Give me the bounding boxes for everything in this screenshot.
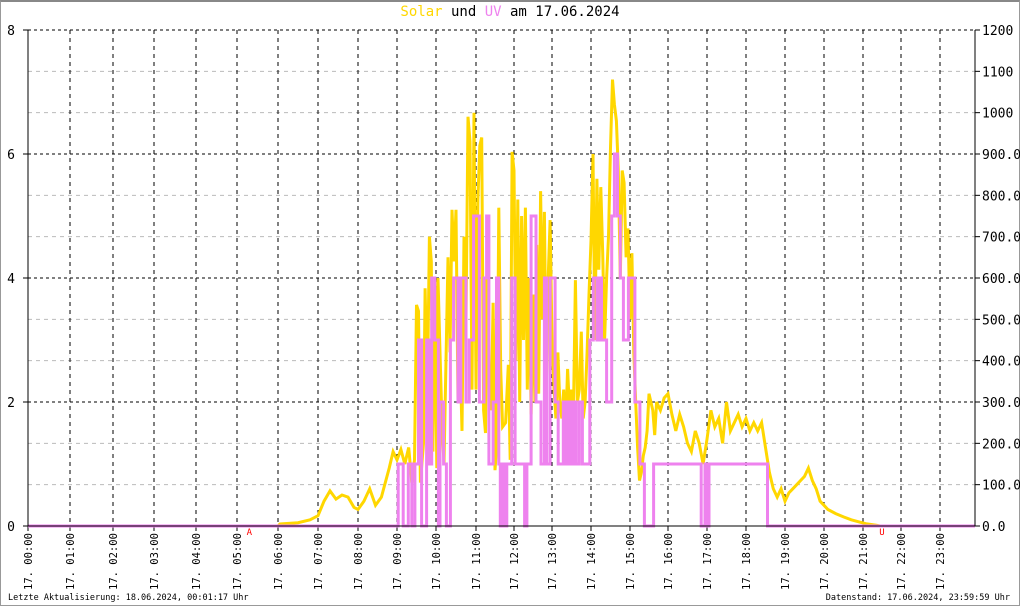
x-axis-tick-label: 17. 20:00 xyxy=(819,533,831,590)
x-axis-tick-label: 17. 22:00 xyxy=(896,533,908,590)
left-axis-tick-label: 4 xyxy=(7,272,15,287)
right-axis-tick-label: 500.0 xyxy=(982,313,1020,328)
right-axis-tick-label: 300.0 xyxy=(982,396,1020,411)
data-status-text: Datenstand: 17.06.2024, 23:59:59 Uhr xyxy=(825,593,1010,603)
x-axis-tick-label: 17. 12:00 xyxy=(509,533,521,590)
x-axis-tick-label: 17. 11:00 xyxy=(471,533,483,590)
left-axis-tick-label: 6 xyxy=(7,148,15,163)
left-axis-tick-label: 0 xyxy=(7,520,15,535)
x-axis-tick-label: 17. 04:00 xyxy=(191,533,203,590)
right-axis-tick-label: 0.0 xyxy=(982,520,1005,535)
last-update-text: Letzte Aktualisierung: 18.06.2024, 00:01… xyxy=(8,593,249,603)
x-axis-tick-label: 17. 23:00 xyxy=(935,533,947,590)
solar-series-line xyxy=(28,79,975,528)
right-axis-tick-label: 1000 xyxy=(982,107,1013,122)
right-axis-tick-label: 600.0 xyxy=(982,272,1020,287)
right-axis-tick-label: 900.0 xyxy=(982,148,1020,163)
x-axis-tick-label: 17. 08:00 xyxy=(353,533,365,590)
chart-svg: 0.0100.0200.0300.0400.0500.0600.0700.080… xyxy=(7,24,1020,590)
x-axis-tick-label: 17. 02:00 xyxy=(108,533,120,590)
x-axis-tick-label: 17. 15:00 xyxy=(625,533,637,590)
right-axis-tick-label: 1100 xyxy=(982,65,1013,80)
x-axis-tick-label: 17. 19:00 xyxy=(780,533,792,590)
x-axis-tick-label: 17. 14:00 xyxy=(586,533,598,590)
right-axis-tick-label: 100.0 xyxy=(982,479,1020,494)
right-axis-tick-label: 400.0 xyxy=(982,355,1020,370)
x-axis-tick-label: 17. 13:00 xyxy=(547,533,559,590)
x-axis-tick-label: 17. 10:00 xyxy=(431,533,443,590)
x-axis-tick-label: 17. 17:00 xyxy=(702,533,714,590)
x-axis-tick-label: 17. 18:00 xyxy=(741,533,753,590)
x-axis-tick-label: 17. 21:00 xyxy=(858,533,870,590)
sunrise-marker: A xyxy=(247,528,253,538)
x-axis-tick-label: 17. 06:00 xyxy=(273,533,285,590)
right-axis-tick-label: 1200 xyxy=(982,24,1013,39)
x-axis-tick-label: 17. 07:00 xyxy=(313,533,325,590)
sunset-marker: U xyxy=(879,528,884,538)
right-axis-tick-label: 200.0 xyxy=(982,437,1020,452)
x-axis-tick-label: 17. 16:00 xyxy=(663,533,675,590)
x-axis-tick-label: 17. 03:00 xyxy=(149,533,161,590)
x-axis-tick-label: 17. 00:00 xyxy=(23,533,35,590)
x-axis-tick-label: 17. 09:00 xyxy=(392,533,404,590)
left-axis-tick-label: 2 xyxy=(7,396,15,411)
right-axis-tick-label: 700.0 xyxy=(982,231,1020,246)
x-axis-tick-label: 17. 05:00 xyxy=(232,533,244,590)
right-axis-tick-label: 800.0 xyxy=(982,189,1020,204)
left-axis-tick-label: 8 xyxy=(7,24,15,39)
x-axis-tick-label: 17. 01:00 xyxy=(65,533,77,590)
